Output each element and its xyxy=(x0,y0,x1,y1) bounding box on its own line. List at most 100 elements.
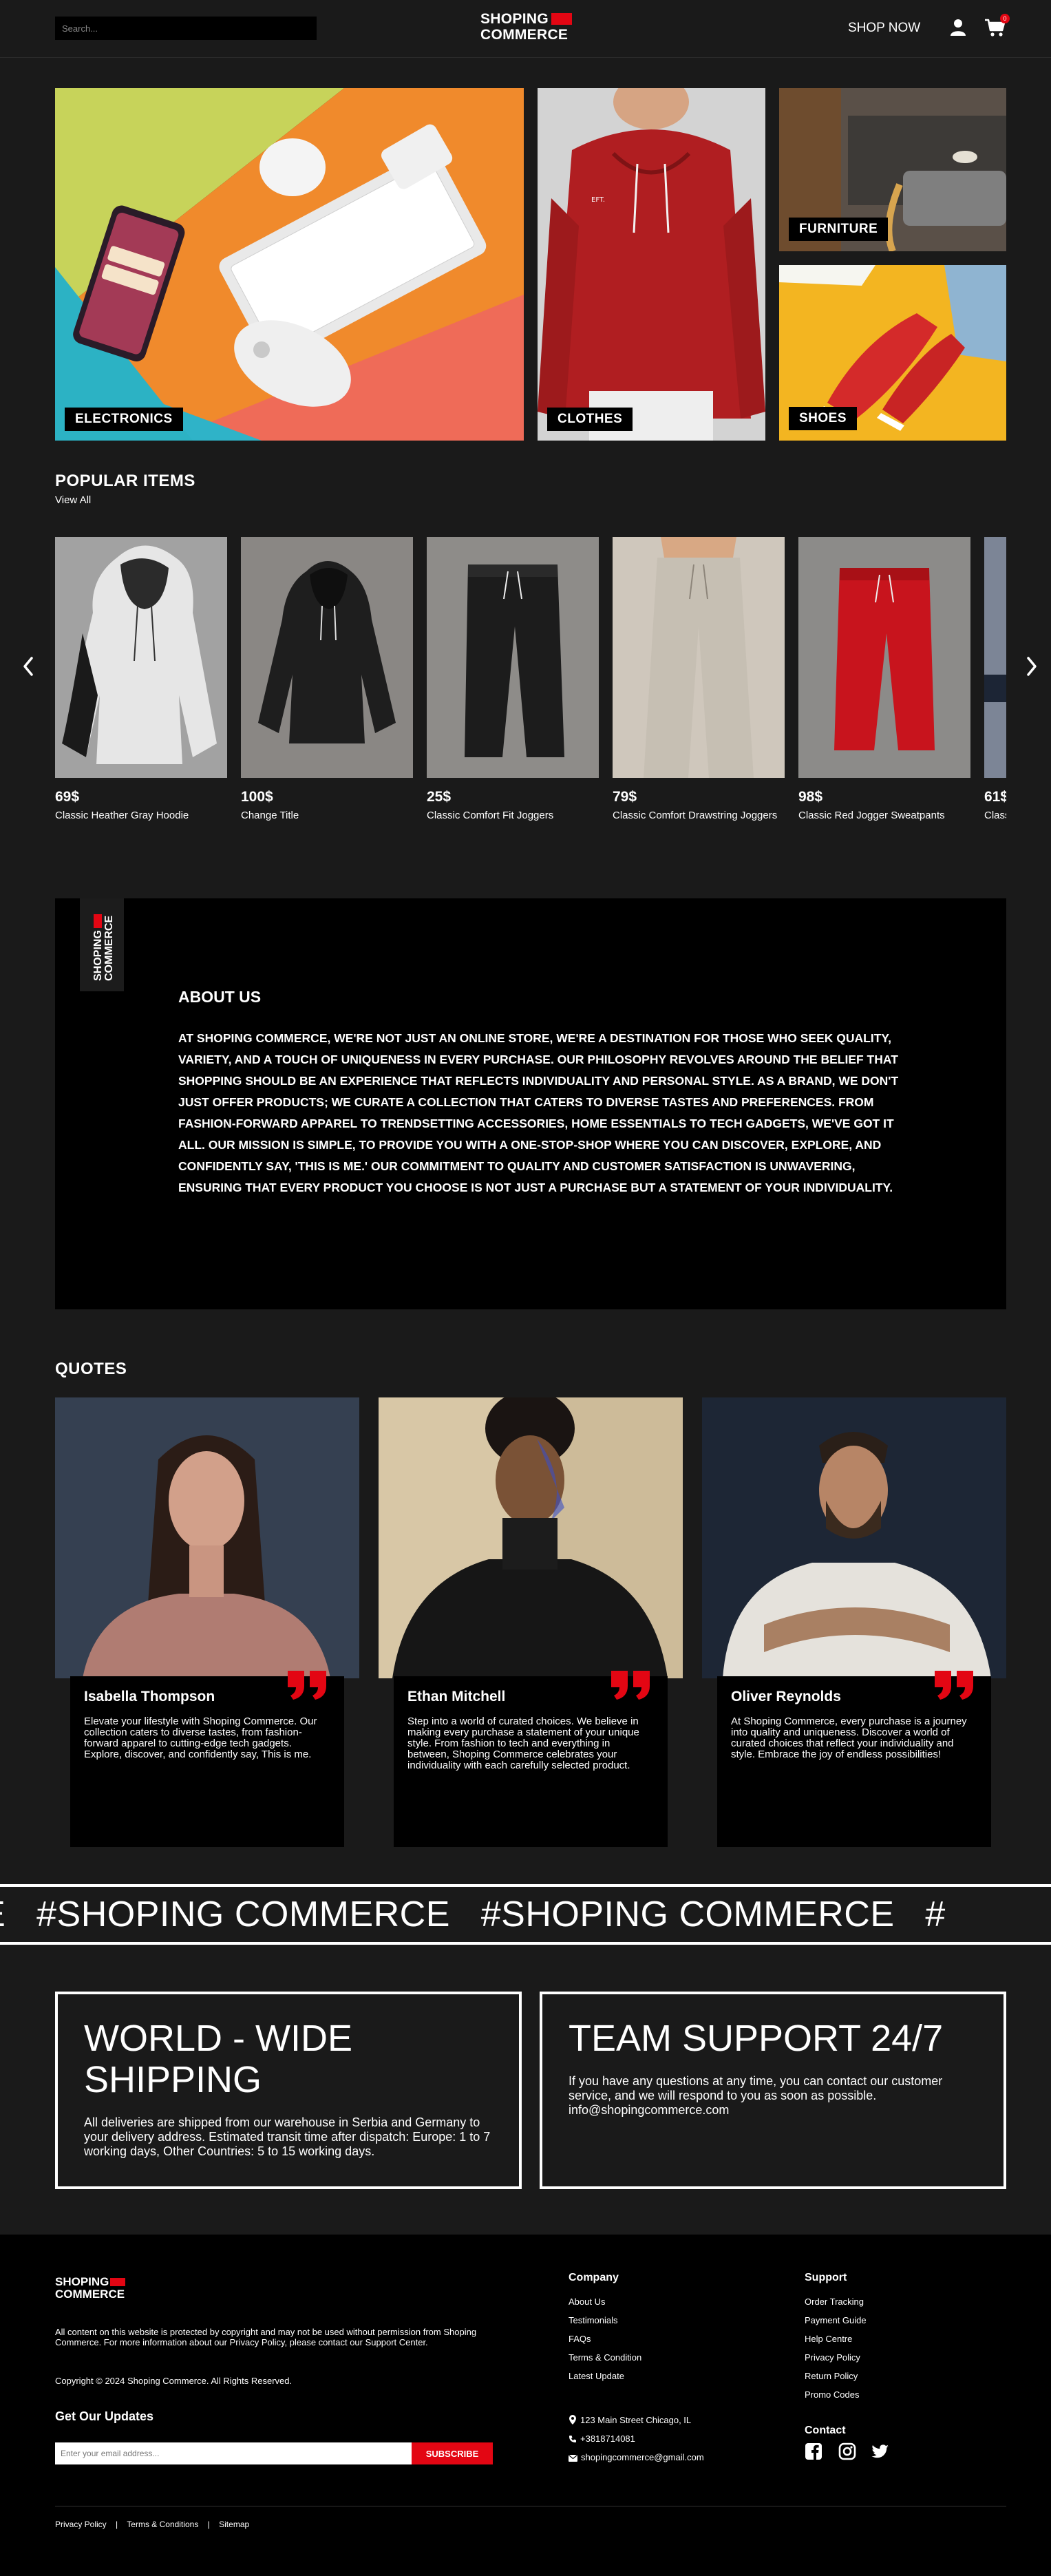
contact-heading: Contact xyxy=(805,2425,846,2436)
company-heading: Company xyxy=(569,2272,619,2283)
product-card[interactable]: 25$ Classic Comfort Fit Joggers xyxy=(427,537,599,822)
support-text: If you have any questions at any time, y… xyxy=(569,2074,943,2117)
about-logo-line1: SHOPING xyxy=(92,914,104,981)
testimonial-card: Oliver Reynolds At Shoping Commerce, eve… xyxy=(702,1397,1006,1847)
site-footer: SHOPING COMMERCE All content on this web… xyxy=(0,2235,1051,2576)
quote-mark-icon xyxy=(935,1671,973,1700)
footer-link-about[interactable]: About Us xyxy=(569,2297,605,2307)
product-card[interactable]: 61$ Classic xyxy=(984,537,1006,822)
clothes-image: EFT. xyxy=(538,88,765,441)
product-image xyxy=(427,537,599,778)
footer-link-testimonials[interactable]: Testimonials xyxy=(569,2315,618,2325)
user-icon[interactable] xyxy=(950,19,966,36)
carousel-next-arrow-icon[interactable] xyxy=(1024,654,1039,679)
footer-link-privacy-policy[interactable]: Privacy Policy xyxy=(805,2352,860,2363)
product-price: 61$ xyxy=(984,789,1006,805)
support-info-box: TEAM SUPPORT 24/7 If you have any questi… xyxy=(540,1992,1006,2189)
footer-link-return-policy[interactable]: Return Policy xyxy=(805,2371,858,2381)
about-title: ABOUT US xyxy=(178,988,262,1006)
about-text: AT SHOPING COMMERCE, WE'RE NOT JUST AN O… xyxy=(178,1031,899,1194)
contact-email[interactable]: shopingcommerce@gmail.com xyxy=(569,2452,704,2462)
support-heading: Support xyxy=(805,2272,847,2283)
product-price: 79$ xyxy=(613,789,637,805)
product-name: Change Title xyxy=(241,810,299,821)
product-image xyxy=(613,537,785,778)
shop-now-link[interactable]: SHOP NOW xyxy=(848,21,920,36)
testimonial-text: Step into a world of curated choices. We… xyxy=(407,1715,639,1771)
hero-tile-furniture[interactable]: FURNITURE xyxy=(779,88,1006,251)
product-card[interactable]: 98$ Classic Red Jogger Sweatpants xyxy=(798,537,970,822)
product-image xyxy=(241,537,413,778)
footer-bottom-terms[interactable]: Terms & Conditions xyxy=(127,2520,198,2529)
view-all-link[interactable]: View All xyxy=(55,494,91,506)
footer-separator: | xyxy=(207,2520,210,2529)
testimonial-box: Oliver Reynolds At Shoping Commerce, eve… xyxy=(717,1671,991,1847)
map-pin-icon xyxy=(569,2415,576,2425)
product-price: 69$ xyxy=(55,789,80,805)
product-image xyxy=(55,537,227,778)
hero-tile-clothes[interactable]: EFT. CLOTHES xyxy=(538,88,765,441)
product-image xyxy=(798,537,970,778)
footer-link-latest-update[interactable]: Latest Update xyxy=(569,2371,624,2381)
site-header: SHOPING COMMERCE SHOP NOW 0 xyxy=(0,0,1051,58)
product-price: 25$ xyxy=(427,789,452,805)
footer-bottom-sitemap[interactable]: Sitemap xyxy=(219,2520,249,2529)
hero-label-furniture: FURNITURE xyxy=(789,218,889,241)
testimonial-box: Isabella Thompson Elevate your lifestyle… xyxy=(70,1671,344,1847)
electronics-image xyxy=(55,88,524,441)
footer-link-terms[interactable]: Terms & Condition xyxy=(569,2352,641,2363)
footer-separator: | xyxy=(116,2520,118,2529)
product-price: 100$ xyxy=(241,789,273,805)
twitter-icon[interactable] xyxy=(871,2442,889,2460)
shipping-title: WORLD - WIDE SHIPPING xyxy=(84,2018,352,2100)
svg-text:EFT.: EFT. xyxy=(591,196,605,204)
support-title: TEAM SUPPORT 24/7 xyxy=(569,2018,944,2059)
quote-mark-icon xyxy=(288,1671,326,1700)
footer-link-order-tracking[interactable]: Order Tracking xyxy=(805,2297,864,2307)
search-input[interactable] xyxy=(55,17,317,40)
footer-logo[interactable]: SHOPING COMMERCE xyxy=(55,2276,126,2301)
carousel-prev-arrow-icon[interactable] xyxy=(21,654,36,679)
footer-link-payment-guide[interactable]: Payment Guide xyxy=(805,2315,867,2325)
site-logo[interactable]: SHOPING COMMERCE xyxy=(480,11,584,45)
mail-icon xyxy=(569,2455,577,2462)
footer-copyright: Copyright © 2024 Shoping Commerce. All R… xyxy=(55,2376,293,2386)
product-image xyxy=(984,537,1006,778)
hero-label-electronics: ELECTRONICS xyxy=(65,408,183,431)
footer-link-help-centre[interactable]: Help Centre xyxy=(805,2334,852,2344)
hero-tile-electronics[interactable]: ELECTRONICS xyxy=(55,88,524,441)
product-name: Classic Red Jogger Sweatpants xyxy=(798,810,945,821)
contact-address: 123 Main Street Chicago, IL xyxy=(569,2415,691,2425)
product-name: Classic Comfort Fit Joggers xyxy=(427,810,554,821)
footer-disclaimer: All content on this website is protected… xyxy=(55,2327,477,2347)
product-card[interactable]: 69$ Classic Heather Gray Hoodie xyxy=(55,537,227,822)
quote-mark-icon xyxy=(611,1671,650,1700)
facebook-icon[interactable] xyxy=(805,2442,822,2460)
footer-logo-line2: COMMERCE xyxy=(55,2288,125,2301)
logo-line1: SHOPING xyxy=(480,11,584,27)
testimonial-text: At Shoping Commerce, every purchase is a… xyxy=(731,1715,967,1760)
testimonial-box: Ethan Mitchell Step into a world of cura… xyxy=(394,1671,668,1847)
subscribe-button[interactable]: SUBSCRIBE xyxy=(412,2442,493,2464)
about-section: SHOPING COMMERCE ABOUT US AT SHOPING COM… xyxy=(55,898,1006,1309)
popular-title: POPULAR ITEMS xyxy=(55,472,195,490)
instagram-icon[interactable] xyxy=(838,2442,856,2460)
footer-bottom-privacy[interactable]: Privacy Policy xyxy=(55,2520,107,2529)
quotes-title: QUOTES xyxy=(55,1360,127,1378)
contact-phone[interactable]: +3818714081 xyxy=(569,2434,635,2444)
shipping-info-box: WORLD - WIDE SHIPPING All deliveries are… xyxy=(55,1992,522,2189)
hero-tile-shoes[interactable]: SHOES xyxy=(779,265,1006,441)
footer-link-promo-codes[interactable]: Promo Codes xyxy=(805,2389,859,2400)
product-card[interactable]: 100$ Change Title xyxy=(241,537,413,822)
cart-count-badge: 0 xyxy=(1000,14,1010,23)
product-card[interactable]: 79$ Classic Comfort Drawstring Joggers xyxy=(613,537,785,822)
hero-label-shoes: SHOES xyxy=(789,407,858,430)
footer-link-faqs[interactable]: FAQs xyxy=(569,2334,591,2344)
testimonial-text: Elevate your lifestyle with Shoping Comm… xyxy=(84,1715,317,1760)
hero-label-clothes: CLOTHES xyxy=(547,408,633,431)
testimonial-card: Isabella Thompson Elevate your lifestyle… xyxy=(55,1397,359,1847)
product-name: Classic xyxy=(984,810,1006,821)
newsletter-email-input[interactable] xyxy=(55,2442,412,2464)
marquee-text: RCE #SHOPING COMMERCE #SHOPING COMMERCE … xyxy=(0,1894,946,1934)
testimonial-photo xyxy=(55,1397,359,1678)
